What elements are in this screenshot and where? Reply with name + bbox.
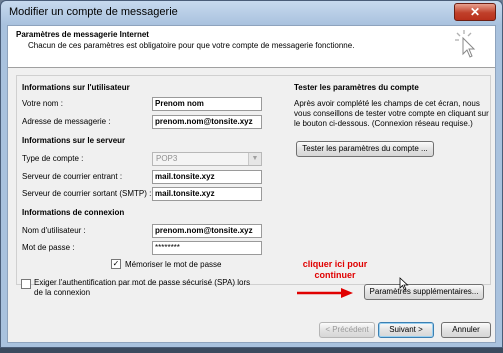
mouse-pointer-icon bbox=[399, 277, 409, 291]
password-field[interactable]: ******** bbox=[152, 241, 262, 255]
spa-label-line1: Exiger l'authentification par mot de pas… bbox=[34, 278, 251, 287]
account-type-value: POP3 bbox=[156, 154, 178, 163]
username-field[interactable]: prenom.nom@tonsite.xyz bbox=[152, 224, 262, 238]
window-title: Modifier un compte de messagerie bbox=[9, 6, 178, 18]
test-settings-button[interactable]: Tester les paramètres du compte ... bbox=[296, 141, 434, 157]
password-label: Mot de passe : bbox=[22, 243, 75, 252]
user-info-heading: Informations sur l'utilisateur bbox=[22, 83, 130, 92]
username-label: Nom d'utilisateur : bbox=[22, 226, 86, 235]
server-info-heading: Informations sur le serveur bbox=[22, 136, 126, 145]
name-label: Votre nom : bbox=[22, 99, 63, 108]
outgoing-server-label: Serveur de courrier sortant (SMTP) : bbox=[22, 189, 152, 198]
annotation-line1: cliquer ici pour bbox=[302, 259, 368, 269]
close-icon: ✕ bbox=[469, 5, 481, 19]
close-button[interactable]: ✕ bbox=[454, 3, 496, 21]
red-arrow-icon bbox=[297, 288, 353, 298]
spa-checkbox[interactable] bbox=[21, 279, 31, 289]
test-heading: Tester les paramètres du compte bbox=[294, 83, 419, 92]
dialog-content: Paramètres de messagerie Internet Chacun… bbox=[7, 25, 496, 343]
account-type-label: Type de compte : bbox=[22, 154, 84, 163]
test-description-line2: vous conseillons de tester votre compte … bbox=[294, 109, 489, 118]
email-label: Adresse de messagerie : bbox=[22, 117, 111, 126]
next-button[interactable]: Suivant > bbox=[378, 322, 434, 338]
outgoing-server-field[interactable]: mail.tonsite.xyz bbox=[152, 187, 262, 201]
name-field[interactable]: Prenom nom bbox=[152, 97, 262, 111]
email-field[interactable]: prenom.nom@tonsite.xyz bbox=[152, 115, 262, 129]
page-subtitle: Chacun de ces paramètres est obligatoire… bbox=[28, 41, 355, 50]
remember-password-label: Mémoriser le mot de passe bbox=[125, 260, 222, 269]
account-dialog: Modifier un compte de messagerie ✕ Param… bbox=[0, 0, 503, 348]
account-type-select: POP3 ▼ bbox=[152, 152, 262, 166]
page-title: Paramètres de messagerie Internet bbox=[16, 30, 149, 39]
annotation-line2: continuer bbox=[314, 270, 356, 280]
incoming-server-field[interactable]: mail.tonsite.xyz bbox=[152, 170, 262, 184]
more-settings-button[interactable]: Paramètres supplémentaires... bbox=[364, 284, 484, 300]
incoming-server-label: Serveur de courrier entrant : bbox=[22, 172, 123, 181]
test-description-line1: Après avoir complété les champs de cet é… bbox=[294, 99, 480, 108]
previous-button[interactable]: < Précédent bbox=[319, 322, 375, 338]
title-bar: Modifier un compte de messagerie ✕ bbox=[1, 1, 502, 25]
remember-password-checkbox[interactable]: ✓ bbox=[111, 259, 121, 269]
test-description-line3: le bouton ci-dessous. (Connexion réseau … bbox=[294, 119, 473, 128]
chevron-down-icon: ▼ bbox=[248, 153, 261, 165]
cursor-click-icon bbox=[455, 30, 476, 58]
cancel-button[interactable]: Annuler bbox=[441, 322, 491, 338]
taskbar-strip bbox=[0, 348, 503, 353]
login-info-heading: Informations de connexion bbox=[22, 208, 125, 217]
spa-label-line2: de la connexion bbox=[34, 288, 91, 297]
header-panel: Paramètres de messagerie Internet Chacun… bbox=[8, 26, 495, 68]
annotation-text: cliquer ici pour continuer bbox=[300, 259, 370, 281]
